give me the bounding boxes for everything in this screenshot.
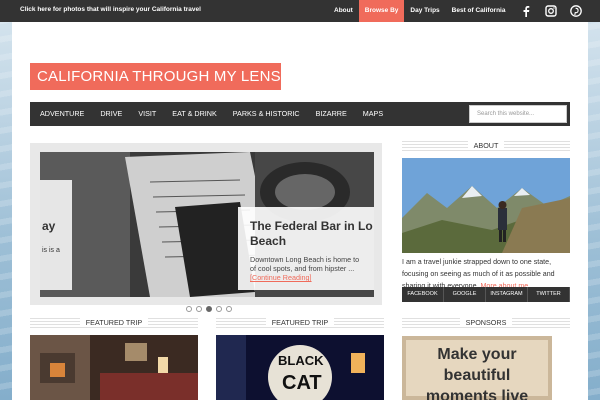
sponsor-ad[interactable]: Make your beautiful moments live	[402, 336, 552, 400]
slider-dot[interactable]	[226, 306, 232, 312]
top-bar: Click here for photos that will inspire …	[0, 0, 600, 22]
slide-excerpt-line1: Downtown Long Beach is home to	[250, 255, 360, 264]
featured-trip-image-2[interactable]: BLACK CAT	[216, 335, 384, 400]
top-nav-day-trips[interactable]: Day Trips	[404, 0, 445, 22]
search-input[interactable]: Search this website...	[469, 105, 567, 123]
top-nav: About Browse By Day Trips Best of Califo…	[328, 0, 511, 22]
slide-excerpt-line2: of cool spots, and from hipster ...	[250, 264, 355, 273]
facebook-button[interactable]: FACEBOOK	[402, 287, 444, 302]
about-photo[interactable]	[402, 158, 570, 253]
sponsors-widget-title: SPONSORS	[402, 318, 570, 328]
social-icons	[520, 4, 582, 17]
instagram-icon[interactable]	[545, 4, 557, 17]
social-buttons: FACEBOOK GOOGLE INSTAGRAM TWITTER	[402, 287, 570, 302]
main-nav-bizarre[interactable]: BIZARRE	[308, 102, 355, 126]
slider-pagination	[186, 306, 232, 312]
slide-title-line1[interactable]: The Federal Bar in Lo	[250, 219, 374, 234]
google-button[interactable]: GOOGLE	[444, 287, 486, 302]
continue-reading-link[interactable]: [Continue Reading]	[250, 273, 312, 282]
pinterest-icon[interactable]	[570, 4, 582, 17]
slider-dot[interactable]	[186, 306, 192, 312]
svg-text:BLACK: BLACK	[278, 353, 324, 368]
top-nav-browse-by[interactable]: Browse By	[358, 0, 405, 22]
slide-card-previous[interactable]: ay is is a	[40, 180, 72, 290]
top-nav-best-of-california[interactable]: Best of California	[446, 0, 512, 22]
main-nav-maps[interactable]: MAPS	[355, 102, 391, 126]
slider-dot[interactable]	[216, 306, 222, 312]
slider-dot-active[interactable]	[206, 306, 212, 312]
slide-card-current: The Federal Bar in Lo Beach Downtown Lon…	[238, 207, 374, 290]
about-widget-title: ABOUT	[402, 141, 570, 151]
slide-title-line2[interactable]: Beach	[250, 234, 374, 249]
instagram-button[interactable]: INSTAGRAM	[486, 287, 528, 302]
facebook-icon[interactable]	[520, 4, 532, 17]
slide-card-previous-title: ay	[42, 219, 56, 233]
svg-text:CAT: CAT	[282, 372, 322, 394]
top-nav-about[interactable]: About	[328, 0, 359, 22]
main-nav-adventure[interactable]: ADVENTURE	[32, 102, 92, 126]
featured-trip-title-2: FEATURED TRIP	[216, 318, 384, 328]
slide-card-previous-snippet: is is a	[42, 247, 60, 254]
featured-trip-title-1: FEATURED TRIP	[30, 318, 198, 328]
main-nav-parks-historic[interactable]: PARKS & HISTORIC	[225, 102, 308, 126]
site-title[interactable]: CALIFORNIA THROUGH MY LENS	[30, 63, 281, 90]
slider-dot[interactable]	[196, 306, 202, 312]
main-nav-eat-drink[interactable]: EAT & DRINK	[164, 102, 224, 126]
twitter-button[interactable]: TWITTER	[528, 287, 570, 302]
promo-link[interactable]: Click here for photos that will inspire …	[20, 6, 201, 13]
featured-trip-image-1[interactable]	[30, 335, 198, 400]
main-nav-visit[interactable]: VISIT	[130, 102, 164, 126]
main-nav-drive[interactable]: DRIVE	[92, 102, 130, 126]
